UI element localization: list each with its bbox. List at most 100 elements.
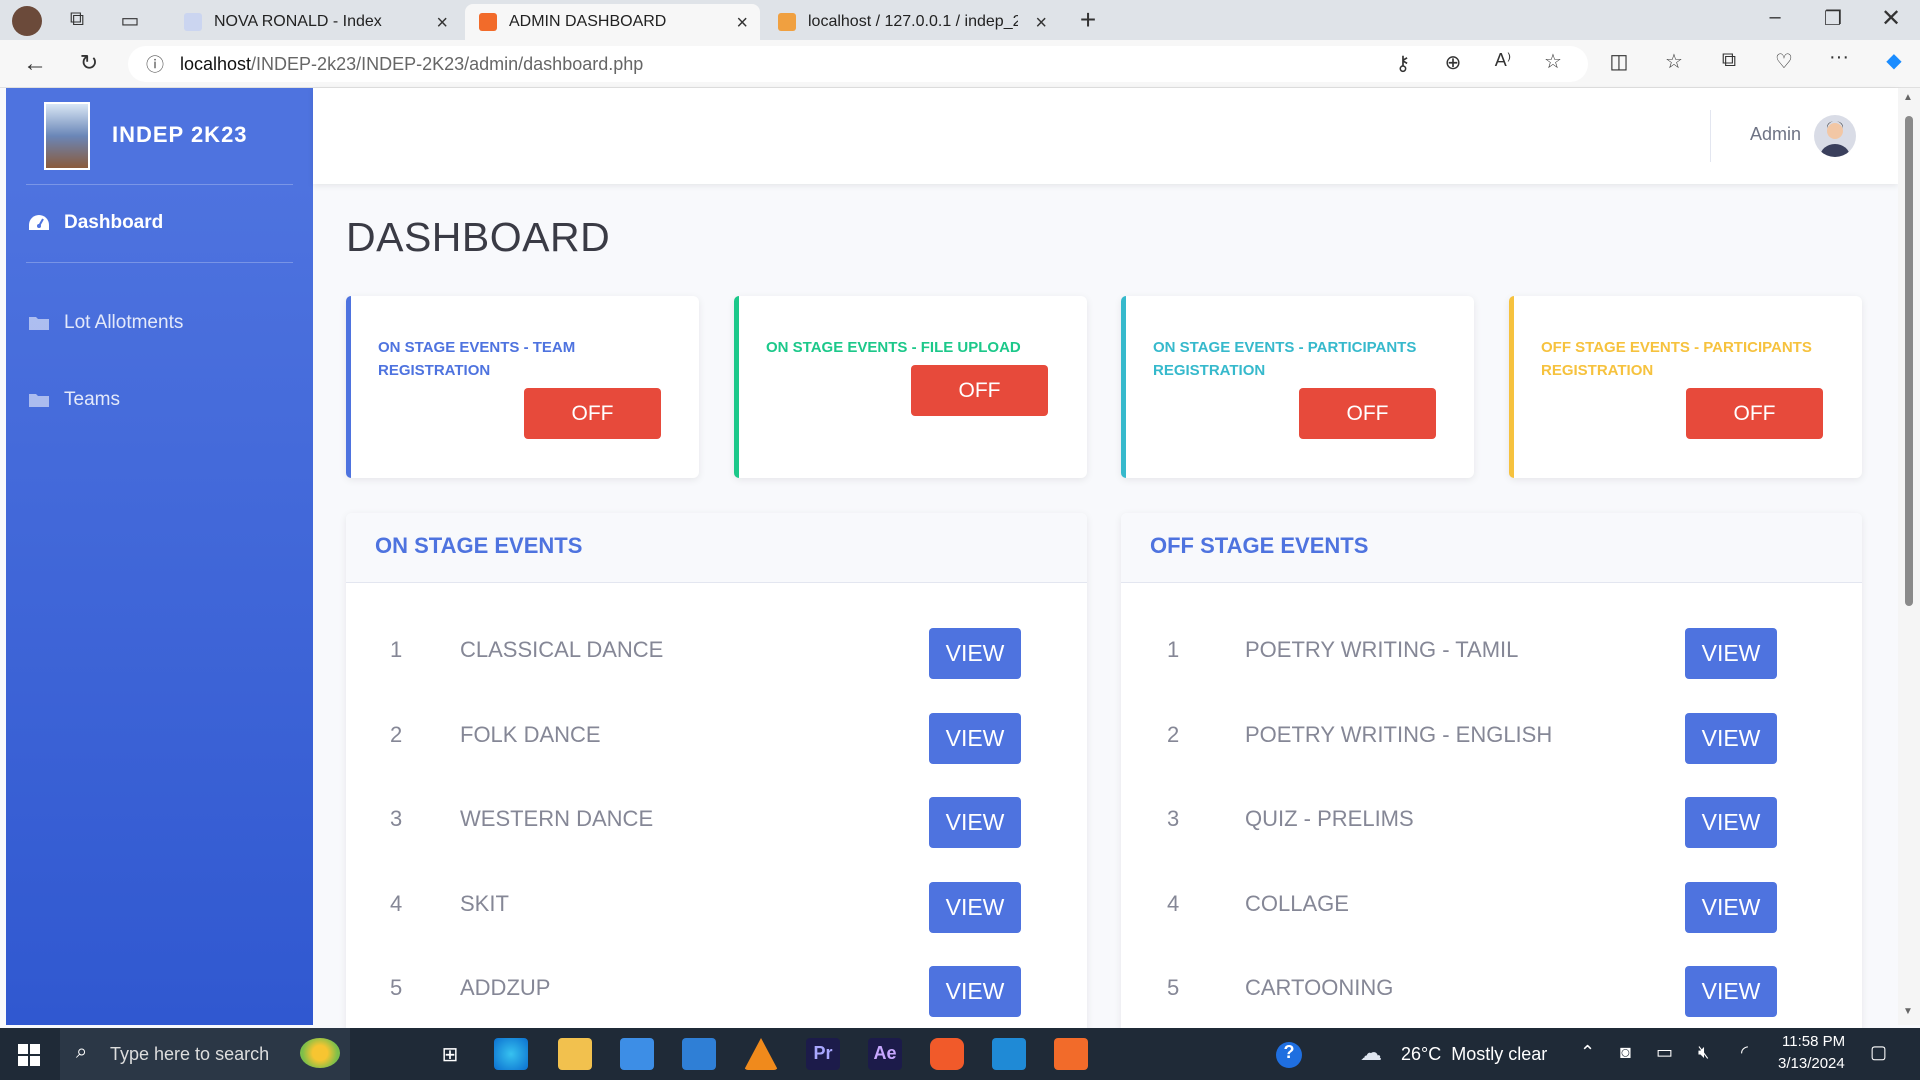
panel-title: ON STAGE EVENTS — [346, 513, 1087, 583]
page-scrollbar[interactable]: ▲ ▼ — [1898, 88, 1920, 1025]
topbar-divider — [1710, 110, 1711, 162]
more-menu-icon[interactable]: ··· — [1824, 46, 1854, 69]
user-name[interactable]: Admin — [1750, 124, 1801, 145]
split-screen-icon[interactable]: ◫ — [1604, 49, 1634, 74]
back-icon[interactable]: ← — [20, 50, 50, 78]
tab-admin-dashboard[interactable]: ADMIN DASHBOARD × — [465, 4, 760, 40]
favorites-icon[interactable]: ☆ — [1659, 49, 1689, 74]
weather-text[interactable]: 26°C Mostly clear — [1401, 1044, 1547, 1065]
volume-muted-icon[interactable]: 🔇︎ — [1698, 1042, 1709, 1063]
sidebar-item-teams[interactable]: Teams — [28, 389, 120, 411]
wifi-icon[interactable]: ◜ — [1741, 1042, 1748, 1063]
store-icon[interactable] — [620, 1038, 654, 1070]
card-label: ON STAGE EVENTS - TEAM REGISTRATION — [378, 339, 576, 379]
scrollbar-thumb[interactable] — [1905, 116, 1913, 606]
tab-phpmyadmin[interactable]: localhost / 127.0.0.1 / indep_202 × — [764, 4, 1059, 40]
scroll-down-icon[interactable]: ▼ — [1903, 1006, 1913, 1017]
premiere-pro-icon[interactable]: Pr — [806, 1038, 840, 1070]
sidebar-item-dashboard[interactable]: Dashboard — [28, 212, 163, 234]
card-label: OFF STAGE EVENTS - PARTICIPANTS REGISTRA… — [1541, 339, 1812, 379]
view-button[interactable]: VIEW — [929, 882, 1021, 933]
close-tab-icon[interactable]: × — [436, 12, 448, 35]
task-view-icon[interactable]: ⊞ — [433, 1038, 467, 1070]
new-tab-icon[interactable]: + — [1073, 4, 1103, 36]
toggle-off-button[interactable]: OFF — [524, 388, 661, 439]
xampp-icon[interactable] — [1054, 1038, 1088, 1070]
collections-icon[interactable]: ⧉ — [1714, 49, 1744, 72]
meet-now-icon[interactable]: ◙ — [1620, 1042, 1631, 1063]
workspaces-icon[interactable]: ⧉ — [62, 8, 92, 31]
tab-title: NOVA RONALD - Index — [214, 13, 382, 30]
copilot-icon[interactable]: ◆ — [1879, 48, 1909, 73]
view-button[interactable]: VIEW — [1685, 628, 1777, 679]
windows-start-icon[interactable] — [18, 1044, 40, 1071]
weather-icon[interactable]: ☁ — [1360, 1040, 1382, 1066]
brave-browser-icon[interactable] — [930, 1038, 964, 1070]
toggle-off-button[interactable]: OFF — [1686, 388, 1823, 439]
refresh-icon[interactable]: ↻ — [74, 50, 104, 76]
tab-nova-ronald[interactable]: NOVA RONALD - Index × — [170, 4, 460, 40]
table-row: 1 POETRY WRITING - TAMIL VIEW — [1121, 628, 1862, 688]
view-button[interactable]: VIEW — [929, 713, 1021, 764]
row-number: 1 — [1167, 637, 1180, 662]
mail-icon[interactable] — [682, 1038, 716, 1070]
read-aloud-icon[interactable]: A⁾ — [1488, 50, 1518, 71]
scroll-up-icon[interactable]: ▲ — [1903, 92, 1913, 103]
after-effects-icon[interactable]: Ae — [868, 1038, 902, 1070]
vscode-icon[interactable] — [992, 1038, 1026, 1070]
clock-date[interactable]: 3/13/2024 — [1778, 1055, 1845, 1072]
close-tab-icon[interactable]: × — [736, 12, 748, 35]
search-icon: ⌕ — [76, 1041, 88, 1063]
taskbar-search[interactable]: ⌕ Type here to search — [60, 1028, 350, 1080]
view-button[interactable]: VIEW — [929, 966, 1021, 1017]
view-button[interactable]: VIEW — [1685, 882, 1777, 933]
address-bar[interactable]: ⓘ localhost/INDEP-2k23/INDEP-2K23/admin/… — [128, 46, 1588, 82]
browser-essentials-icon[interactable]: ♡ — [1769, 49, 1799, 74]
password-key-icon[interactable]: ⚷ — [1388, 51, 1418, 76]
page-title: DASHBOARD — [346, 214, 611, 260]
event-name: QUIZ - PRELIMS — [1245, 806, 1414, 831]
event-name: COLLAGE — [1245, 891, 1349, 916]
tab-actions-icon[interactable]: ▭ — [115, 8, 145, 33]
restore-icon[interactable]: ❐ — [1818, 6, 1848, 31]
card-label: ON STAGE EVENTS - FILE UPLOAD — [766, 339, 1021, 356]
toggle-off-button[interactable]: OFF — [1299, 388, 1436, 439]
close-tab-icon[interactable]: × — [1035, 12, 1047, 35]
view-button[interactable]: VIEW — [1685, 966, 1777, 1017]
url-host: localhost — [180, 53, 252, 74]
sidebar-brand[interactable]: INDEP 2K23 — [6, 88, 313, 183]
row-number: 4 — [390, 891, 403, 916]
status-card-participants-registration: ON STAGE EVENTS - PARTICIPANTS REGISTRAT… — [1121, 296, 1474, 478]
minimize-icon[interactable]: – — [1760, 6, 1790, 29]
help-icon[interactable]: ? — [1276, 1042, 1302, 1068]
sidebar-item-label: Lot Allotments — [64, 312, 184, 333]
close-window-icon[interactable]: ✕ — [1876, 4, 1906, 33]
view-button[interactable]: VIEW — [929, 628, 1021, 679]
zoom-icon[interactable]: ⊕ — [1438, 50, 1468, 75]
table-row: 5 ADDZUP VIEW — [346, 966, 1087, 1026]
notifications-icon[interactable]: ▢ — [1870, 1042, 1887, 1063]
row-number: 2 — [1167, 722, 1180, 747]
view-button[interactable]: VIEW — [929, 797, 1021, 848]
edge-browser-icon[interactable] — [494, 1038, 528, 1070]
file-explorer-icon[interactable] — [558, 1038, 592, 1070]
favorite-star-icon[interactable]: ☆ — [1538, 49, 1568, 74]
battery-icon[interactable]: ▭ — [1656, 1042, 1673, 1063]
user-avatar[interactable] — [1814, 115, 1856, 157]
profile-avatar[interactable] — [12, 6, 42, 36]
sidebar: INDEP 2K23 Dashboard Lot Allotments Team… — [6, 88, 313, 1025]
view-button[interactable]: VIEW — [1685, 713, 1777, 764]
view-button[interactable]: VIEW — [1685, 797, 1777, 848]
folder-icon — [28, 391, 50, 409]
clock-time[interactable]: 11:58 PM — [1782, 1033, 1845, 1050]
site-info-icon[interactable]: ⓘ — [146, 51, 164, 77]
card-label: ON STAGE EVENTS - PARTICIPANTS REGISTRAT… — [1153, 339, 1417, 379]
toggle-off-button[interactable]: OFF — [911, 365, 1048, 416]
tachometer-icon — [28, 214, 50, 232]
sidebar-item-lot-allotments[interactable]: Lot Allotments — [28, 312, 183, 334]
card-accent — [1509, 296, 1514, 478]
vlc-icon[interactable] — [744, 1038, 778, 1070]
show-hidden-icons[interactable]: ⌃ — [1580, 1042, 1595, 1063]
table-row: 3 QUIZ - PRELIMS VIEW — [1121, 797, 1862, 857]
table-row: 1 CLASSICAL DANCE VIEW — [346, 628, 1087, 688]
